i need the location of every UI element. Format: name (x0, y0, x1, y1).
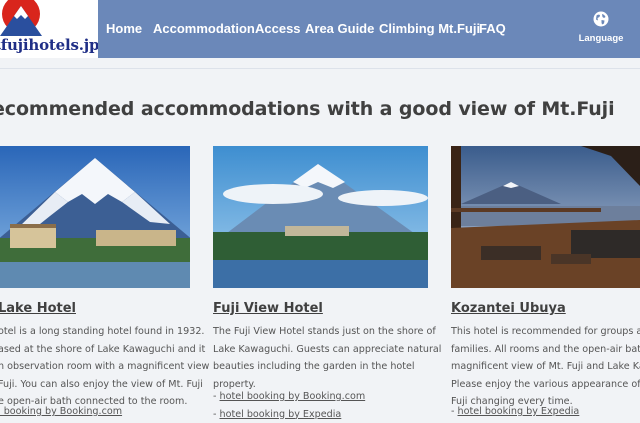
nav-faq[interactable]: FAQ (479, 21, 506, 36)
logo-text: tfujihotels.jp (0, 36, 98, 54)
description-line: Please enjoy the various appearance of t… (451, 378, 640, 390)
description-line: families. All rooms and the open-air bat… (451, 343, 640, 355)
globe-icon (593, 11, 609, 27)
description-line: Fuji. You can also enjoy the view of Mt.… (0, 378, 203, 390)
hotel-description-fuji-view-hotel: The Fuji View Hotel stands just on the s… (213, 323, 441, 393)
hotel-name-kozantei-ubuya[interactable]: Kozantei Ubuya (451, 301, 566, 316)
booking-link-expedia[interactable]: hotel booking by Expedia (220, 409, 342, 420)
nav-area-guide[interactable]: Area Guide (305, 21, 374, 36)
nav-home[interactable]: Home (106, 21, 142, 36)
description-line: The Fuji View Hotel stands just on the s… (213, 326, 436, 337)
hotel-name-lake-hotel[interactable]: Lake Hotel (0, 301, 76, 316)
hotel-name-fuji-view-hotel[interactable]: Fuji View Hotel (213, 301, 323, 316)
hotel-photo-lake-hotel[interactable] (0, 146, 190, 288)
description-line: beauties including the garden in the hot… (213, 361, 415, 372)
description-line: otel is a long standing hotel found in 1… (0, 326, 205, 337)
hotel-photo-fuji-view-hotel[interactable] (213, 146, 428, 288)
booking-links-lake-hotel: l booking by Booking.com (0, 403, 122, 421)
hotel-photo-kozantei-ubuya[interactable] (451, 146, 640, 288)
hotel-description-lake-hotel: otel is a long standing hotel found in 1… (0, 323, 209, 411)
description-line: This hotel is recommended for groups and (451, 326, 640, 337)
booking-links-kozantei-ubuya: - hotel booking by Expedia (451, 406, 580, 417)
nav-climbing-mt-fuji[interactable]: Climbing Mt.Fuji (379, 21, 480, 36)
description-line: Lake Kawaguchi. Guests can appreciate na… (213, 343, 442, 355)
booking-links-fuji-view-hotel: - hotel booking by Booking.com - hotel b… (213, 391, 366, 420)
hotel-description-kozantei-ubuya: This hotel is recommended for groups and… (451, 323, 640, 411)
language-selector[interactable]: Language (578, 11, 624, 44)
site-logo[interactable]: tfujihotels.jp (0, 0, 98, 58)
language-label: Language (578, 33, 624, 44)
booking-link-booking-com[interactable]: l booking by Booking.com (0, 406, 122, 417)
nav-access[interactable]: Access (255, 21, 301, 36)
description-line: n observation room with a magnificent vi… (0, 361, 210, 372)
site-header: tfujihotels.jp Home Accommodation Access… (0, 0, 640, 58)
booking-link-expedia[interactable]: hotel booking by Expedia (458, 406, 580, 417)
description-line: ased at the shore of Lake Kawaguchi and … (0, 343, 206, 355)
page-title: ecommended accommodations with a good vi… (0, 98, 615, 120)
nav-accommodation[interactable]: Accommodation (153, 21, 255, 36)
booking-link-booking-com[interactable]: hotel booking by Booking.com (220, 391, 366, 402)
description-line: magnificent view of Mt. Fuji and Lake Ka… (451, 361, 640, 372)
header-divider (0, 68, 640, 69)
